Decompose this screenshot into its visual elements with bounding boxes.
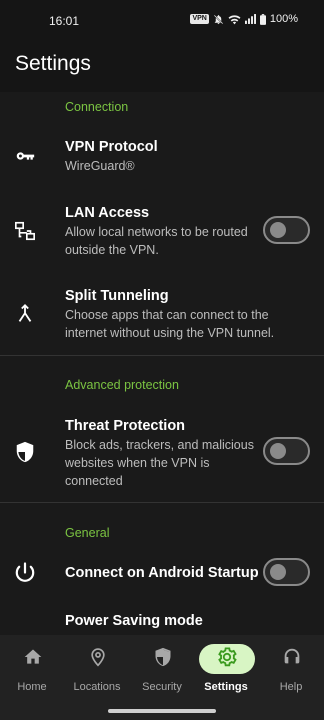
- lan-icon: [13, 219, 37, 243]
- lan-access-title: LAN Access: [65, 205, 150, 221]
- app-bar: Settings: [0, 40, 324, 92]
- status-bar: 16:01 VPN 100%: [0, 0, 324, 40]
- home-indicator[interactable]: [108, 709, 216, 713]
- nav-item-home[interactable]: Home: [0, 635, 64, 705]
- section-header-connection: Connection: [65, 100, 129, 114]
- nav-label-locations: Locations: [73, 681, 121, 693]
- nav-pill: [5, 644, 61, 674]
- lan-access-toggle[interactable]: [263, 216, 310, 244]
- nav-pill: [135, 644, 191, 674]
- android-startup-toggle[interactable]: [263, 558, 310, 586]
- headset-icon: [281, 646, 303, 673]
- power-saving-title: Power Saving mode: [65, 613, 203, 629]
- vpn-protocol-title: VPN Protocol: [65, 139, 158, 155]
- android-startup-title: Connect on Android Startup: [65, 565, 259, 581]
- nav-item-locations[interactable]: Locations: [65, 635, 129, 705]
- section-header-advanced-protection: Advanced protection: [65, 378, 179, 392]
- nav-pill: [264, 644, 320, 674]
- vpn-protocol-value: WireGuard®: [65, 159, 135, 173]
- location-pin-icon: [88, 646, 108, 673]
- cell-signal-icon: [244, 14, 256, 24]
- nav-label-home: Home: [17, 681, 47, 693]
- key-icon: [13, 144, 37, 168]
- threat-protection-title: Threat Protection: [65, 418, 186, 434]
- wifi-icon: [228, 14, 241, 25]
- power-icon: [13, 561, 37, 585]
- split-tunneling-description: Choose apps that can connect to the inte…: [65, 308, 275, 340]
- toggle-knob: [270, 443, 286, 459]
- battery-percent: 100%: [269, 13, 298, 25]
- threat-protection-toggle[interactable]: [263, 437, 310, 465]
- toggle-knob: [270, 222, 286, 238]
- status-time: 16:01: [49, 14, 80, 28]
- vpn-chip: VPN: [190, 14, 209, 24]
- status-icons: VPN 100%: [190, 13, 298, 25]
- nav-item-help[interactable]: Help: [259, 635, 323, 705]
- split-tunneling-title: Split Tunneling: [65, 288, 169, 304]
- page-title: Settings: [15, 52, 91, 75]
- threat-protection-description: Block ads, trackers, and malicious websi…: [65, 438, 254, 488]
- nav-label-settings: Settings: [204, 681, 248, 693]
- section-header-general: General: [65, 526, 110, 540]
- nav-pill-active: [199, 644, 255, 674]
- nav-item-security[interactable]: Security: [130, 635, 194, 705]
- toggle-knob: [270, 564, 286, 580]
- gear-icon: [216, 646, 238, 673]
- battery-icon: [259, 13, 266, 25]
- lan-access-description: Allow local networks to be routed outsid…: [65, 225, 248, 257]
- merge-icon: [13, 302, 37, 326]
- shield-icon: [13, 440, 37, 464]
- bottom-navigation: Home Locations Security Settings Help: [0, 635, 324, 720]
- nav-label-security: Security: [142, 681, 182, 693]
- nav-item-settings[interactable]: Settings: [194, 635, 258, 705]
- divider: [0, 355, 324, 356]
- home-icon: [23, 647, 43, 672]
- nav-pill: [70, 644, 126, 674]
- shield-icon: [154, 647, 172, 672]
- notifications-off-icon: [213, 14, 224, 25]
- nav-label-help: Help: [279, 681, 303, 693]
- divider: [0, 502, 324, 503]
